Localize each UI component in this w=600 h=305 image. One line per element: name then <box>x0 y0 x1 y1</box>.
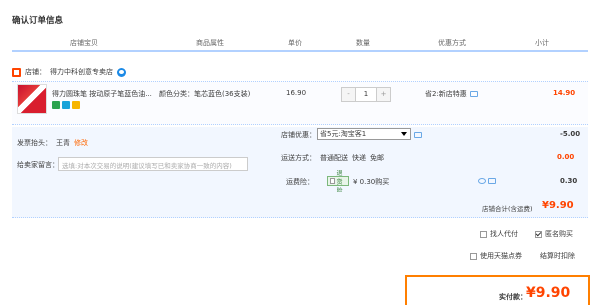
insurance-info-icon[interactable] <box>488 178 496 184</box>
insurance-price: ¥ 0.30购买 <box>353 178 390 186</box>
insurance-label: 运费险： <box>286 178 314 186</box>
shipping-label: 运送方式： <box>281 154 316 162</box>
invoice-row: 发票抬头： 王青 修改 <box>17 138 88 148</box>
shipping-option-standard: 普通配送 <box>320 154 348 162</box>
message-label: 给卖家留言： <box>17 161 59 169</box>
shop-promo-select[interactable]: 省5元:淘宝客1 <box>317 128 411 140</box>
column-header-price: 单价 <box>288 39 302 47</box>
shop-promo-value: 省5元:淘宝客1 <box>320 130 367 138</box>
insurance-badge: 退货险 <box>336 169 343 195</box>
quantity-minus-button[interactable]: - <box>342 88 355 101</box>
quantity-input[interactable]: 1 <box>355 88 377 101</box>
item-price: 16.90 <box>286 89 307 97</box>
page-title: 确认订单信息 <box>12 16 64 26</box>
column-header-discount: 优惠方式 <box>438 39 466 47</box>
discount-info-icon[interactable] <box>469 91 478 97</box>
item-sku: 颜色分类：笔芯蓝色(36支装) <box>159 90 251 98</box>
anonymous-label: 匿名购买 <box>545 230 573 238</box>
tmall-points-label: 使用天猫点券 <box>480 252 522 260</box>
service-badges <box>52 101 80 109</box>
item-thumbnail[interactable] <box>17 84 47 114</box>
help-icon[interactable] <box>478 178 486 184</box>
points-deduct-note: 结算时扣除 <box>540 252 575 260</box>
shop-total-label: 店铺合计(含运费) <box>482 205 533 213</box>
shop-row: 店铺： 得力中科创意专卖店 <box>12 66 126 78</box>
promo-info-icon[interactable] <box>414 132 422 138</box>
shop-promo-amount: -5.00 <box>560 130 581 138</box>
shop-name-link[interactable]: 得力中科创意专卖店 <box>50 67 113 77</box>
message-input[interactable]: 选填:对本次交易的说明(建议填写已和卖家协商一致的内容) <box>58 157 248 171</box>
invoice-name: 王青 <box>56 139 70 147</box>
anonymous-checkbox[interactable] <box>535 230 542 238</box>
shipping-options: 普通配送 快递 免邮 <box>320 153 384 163</box>
guarantee-icon <box>52 101 60 109</box>
discount-text: 省2:新店特惠 <box>425 90 467 98</box>
grand-total-value: ¥9.90 <box>526 285 571 301</box>
proxy-pay-checkbox[interactable] <box>480 230 487 238</box>
item-row <box>12 81 588 125</box>
column-header-subtotal: 小计 <box>535 39 549 47</box>
shop-label: 店铺： <box>25 68 46 76</box>
card-payment-icon <box>72 101 80 109</box>
shipping-option-free: 免邮 <box>370 154 384 162</box>
tmall-points-option[interactable]: 使用天猫点券 <box>470 251 522 261</box>
column-header-shop-item: 店铺宝贝 <box>70 39 98 47</box>
item-subtotal: 14.90 <box>553 89 576 97</box>
quantity-plus-button[interactable]: + <box>377 88 390 101</box>
insurance-amount: 0.30 <box>560 177 578 185</box>
insurance-option[interactable]: 退货险 <box>327 170 349 195</box>
chat-icon[interactable] <box>117 67 126 77</box>
anonymous-option[interactable]: 匿名购买 <box>535 229 573 239</box>
proxy-pay-option[interactable]: 找人代付 <box>480 229 518 239</box>
column-header-attributes: 商品属性 <box>196 39 224 47</box>
shop-promo-label: 店铺优惠： <box>281 131 316 139</box>
shipping-option-express: 快递 <box>352 154 366 162</box>
invoice-edit-link[interactable]: 修改 <box>74 138 88 148</box>
grand-total-label: 实付款： <box>499 293 527 301</box>
proxy-pay-label: 找人代付 <box>490 230 518 238</box>
invoice-label: 发票抬头： <box>17 139 52 147</box>
shop-total-value: ¥9.90 <box>542 200 574 211</box>
column-header-quantity: 数量 <box>356 39 370 47</box>
item-name-link[interactable]: 得力圆珠笔 按动原子笔蓝色油... <box>52 89 152 99</box>
shipping-amount: 0.00 <box>557 153 575 161</box>
quantity-stepper: - 1 + <box>341 87 391 102</box>
dropdown-arrow-icon <box>401 132 407 136</box>
shop-icon <box>12 67 21 77</box>
insurance-checkbox[interactable] <box>330 178 335 184</box>
tmall-points-checkbox[interactable] <box>470 252 477 260</box>
item-discount: 省2:新店特惠 <box>425 89 478 99</box>
return-icon <box>62 101 70 109</box>
